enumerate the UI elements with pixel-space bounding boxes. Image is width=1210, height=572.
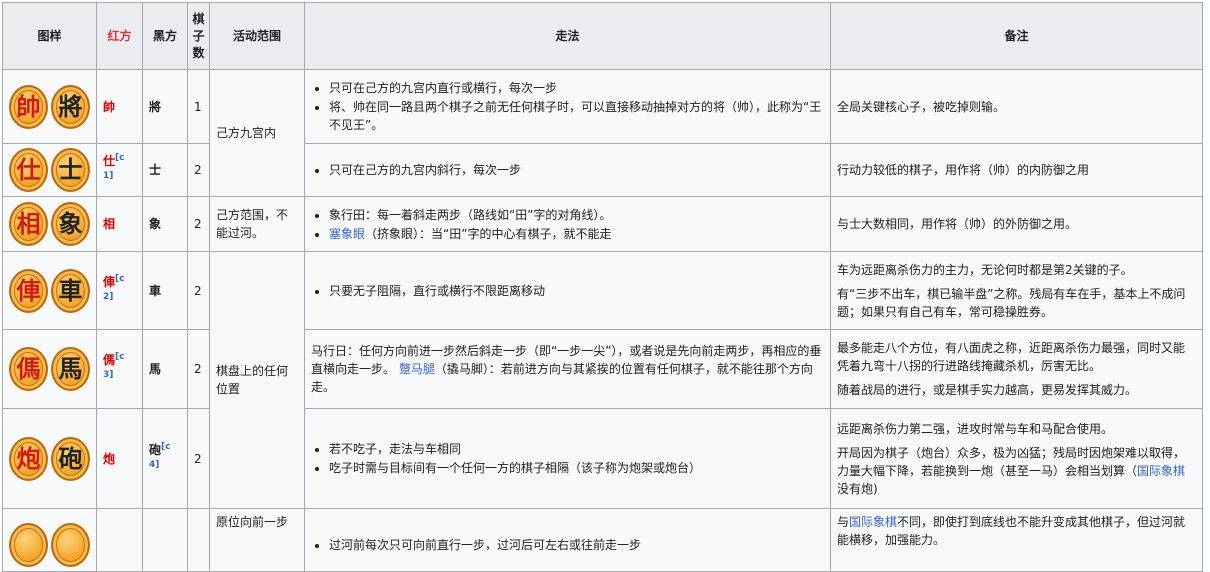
- red-soldier-icon: [9, 523, 48, 567]
- range-anywhere: 棋盘上的任何位置: [209, 251, 305, 509]
- piece-count: [187, 508, 210, 572]
- red-cannon-icon: 炮: [9, 436, 48, 481]
- note-cell: 行动力较低的棋子，用作将（帅）的内防御之用: [830, 143, 1203, 197]
- move-cell: 若不吃子，走法与车相同 吃子时需与目标间有一个任何一方的棋子相隔（该子称为炮架或…: [304, 408, 831, 509]
- piece-count: 2: [187, 251, 210, 330]
- header-move: 走法: [304, 2, 831, 70]
- move-cell: 马行日：任何方向前进一步然后斜走一步（即“一步一尖”），或者说是先向前走两步，再…: [304, 329, 831, 409]
- table-row: 相 象 相 象 2 己方范围，不能过河。 象行田：每一着斜走两步（路线如“田”字…: [2, 196, 1203, 252]
- piece-images: 俥 車: [2, 251, 97, 330]
- note-paragraph: 开局因为棋子（炮台）众多，极为凶猛；残局时因炮架难以取得，力量大幅下降，若能换到…: [837, 445, 1186, 496]
- piece-count: 2: [187, 196, 210, 252]
- black-soldier-icon: [51, 523, 90, 567]
- piece-count: 2: [187, 329, 210, 409]
- black-name: 象: [142, 196, 188, 252]
- move-item: 只可在己方的九宫内斜行，每次一步: [329, 161, 824, 179]
- red-name: 炮: [96, 408, 143, 509]
- move-item: 吃子时需与目标间有一个任何一方的棋子相隔（该子称为炮架或炮台）: [329, 459, 824, 477]
- header-red: 红方: [96, 2, 143, 70]
- red-name: 俥[c 2]: [96, 251, 143, 330]
- note-paragraph: 随着战局的进行，或是棋手实力越高，更易发挥其威力。: [837, 383, 1138, 397]
- note-cell: 远距离杀伤力第二强，进攻时常与车和马配合使用。 开局因为棋子（炮台）众多，极为凶…: [830, 408, 1203, 509]
- red-name: [96, 508, 143, 572]
- header-pattern: 图样: [2, 2, 97, 70]
- piece-images: 相 象: [2, 196, 97, 252]
- note-cell: 全局关键核心子，被吃掉则输。: [830, 69, 1203, 144]
- table-row: 原位向前一步 过河前每次只可向前直行一步，过河后可左右或往前走一步 与国际象棋不…: [2, 508, 1203, 572]
- note-paragraph: 车为远距离杀伤力的主力，无论何时都是第2关键的子。: [837, 262, 1133, 277]
- red-name: 仕[c 1]: [96, 143, 143, 197]
- move-item: 只要无子阻隔，直行或横行不限距离移动: [329, 282, 824, 300]
- header-note: 备注: [830, 2, 1203, 70]
- elephant-eye-link[interactable]: 塞象眼: [329, 227, 365, 241]
- note-paragraph: 最多能走八个方位，有八面虎之称，近距离杀伤力最强，同时又能凭着九弯十八拐的行进路…: [837, 341, 1186, 373]
- black-elephant-icon: 象: [51, 202, 90, 246]
- move-item: 只可在己方的九宫内直行或横行，每次一步: [329, 79, 824, 97]
- black-cannon-icon: 砲: [51, 436, 90, 481]
- move-item: 将、帅在同一路且两个棋子之前无任何棋子时，可以直接移动抽掉对方的将（帅），此称为…: [329, 98, 824, 134]
- black-advisor-icon: 士: [51, 148, 90, 192]
- move-cell: 只要无子阻隔，直行或横行不限距离移动: [304, 251, 831, 330]
- black-name: [142, 508, 188, 572]
- red-name: 相: [96, 196, 143, 252]
- xiangqi-pieces-table: 图样 红方 黑方 棋子数 活动范围 走法 备注 帥 將 帥 將 1 己方九宫内 …: [2, 2, 1203, 572]
- black-general-icon: 將: [51, 84, 90, 129]
- move-cell: 象行田：每一着斜走两步（路线如“田”字的对角线）。 塞象眼（挤象眼）：当“田”字…: [304, 196, 831, 252]
- red-name: 傌[c 3]: [96, 329, 143, 409]
- black-name: 車: [142, 251, 188, 330]
- table-row: 炮 砲 炮 砲[c 4] 2 若不吃子，走法与车相同 吃子时需与目标间有一个任何…: [2, 408, 1203, 509]
- range-pawn: 原位向前一步: [209, 508, 305, 572]
- black-name: 將: [142, 69, 188, 144]
- move-item: 过河前每次只可向前直行一步，过河后可左右或往前走一步: [329, 536, 824, 554]
- table-row: 仕 士 仕[c 1] 士 2 只可在己方的九宫内斜行，每次一步 行动力较低的棋子…: [2, 143, 1203, 197]
- move-item: 若不吃子，走法与车相同: [329, 440, 824, 458]
- piece-images: 傌 馬: [2, 329, 97, 409]
- note-paragraph: 有“三步不出车，棋已输半盘”之称。残局有车在手，基本上不成问题；如果只有自己有车…: [837, 286, 1186, 319]
- red-name: 帥: [96, 69, 143, 144]
- piece-images: 仕 士: [2, 143, 97, 197]
- piece-count: 2: [187, 408, 210, 509]
- move-item: 象行田：每一着斜走两步（路线如“田”字的对角线）。: [329, 206, 824, 224]
- black-chariot-icon: 車: [51, 268, 90, 313]
- red-chariot-icon: 俥: [9, 268, 48, 313]
- header-black: 黑方: [142, 2, 188, 70]
- range-palace: 己方九宫内: [209, 69, 305, 197]
- note-cell: 车为远距离杀伤力的主力，无论何时都是第2关键的子。 有“三步不出车，棋已输半盘”…: [830, 251, 1203, 330]
- note-paragraph: 远距离杀伤力第二强，进攻时常与车和马配合使用。: [837, 421, 1114, 436]
- black-name: 士: [142, 143, 188, 197]
- red-advisor-icon: 仕: [9, 148, 48, 192]
- black-name: 馬: [142, 329, 188, 409]
- horse-leg-link[interactable]: 蹩马腿: [399, 362, 435, 376]
- header-range: 活动范围: [209, 2, 305, 70]
- piece-images: 帥 將: [2, 69, 97, 144]
- table-row: 俥 車 俥[c 2] 車 2 棋盘上的任何位置 只要无子阻隔，直行或横行不限距离…: [2, 251, 1203, 509]
- red-horse-icon: 傌: [9, 347, 48, 391]
- move-cell: 过河前每次只可向前直行一步，过河后可左右或往前走一步: [304, 508, 831, 572]
- note-cell: 与士大数相同，用作将（帅）的外防御之用。: [830, 196, 1203, 252]
- range-own-side: 己方范围，不能过河。: [209, 196, 305, 252]
- table-row: 傌 馬 傌[c 3] 馬 2 马行日：任何方向前进一步然后斜走一步（即“一步一尖…: [2, 329, 1203, 409]
- header-row: 图样 红方 黑方 棋子数 活动范围 走法 备注: [2, 2, 1203, 70]
- piece-count: 1: [187, 69, 210, 144]
- chess-link[interactable]: 国际象棋: [849, 515, 897, 529]
- move-item: 塞象眼（挤象眼）：当“田”字的中心有棋子，就不能走: [329, 225, 824, 243]
- black-name: 砲[c 4]: [142, 408, 188, 509]
- chess-link[interactable]: 国际象棋: [1137, 464, 1185, 478]
- piece-count: 2: [187, 143, 210, 197]
- piece-images: 炮 砲: [2, 408, 97, 509]
- move-cell: 只可在己方的九宫内斜行，每次一步: [304, 143, 831, 197]
- red-general-icon: 帥: [9, 84, 48, 129]
- red-elephant-icon: 相: [9, 202, 48, 246]
- black-horse-icon: 馬: [51, 347, 90, 391]
- table-row: 帥 將 帥 將 1 己方九宫内 只可在己方的九宫内直行或横行，每次一步 将、帅在…: [2, 69, 1203, 197]
- note-cell: 与国际象棋不同，即使打到底线也不能升变成其他棋子，但过河就能横移，加强能力。: [830, 508, 1203, 572]
- move-cell: 只可在己方的九宫内直行或横行，每次一步 将、帅在同一路且两个棋子之前无任何棋子时…: [304, 69, 831, 144]
- piece-images: [2, 508, 97, 572]
- note-cell: 最多能走八个方位，有八面虎之称，近距离杀伤力最强，同时又能凭着九弯十八拐的行进路…: [830, 329, 1203, 409]
- header-count: 棋子数: [187, 2, 210, 70]
